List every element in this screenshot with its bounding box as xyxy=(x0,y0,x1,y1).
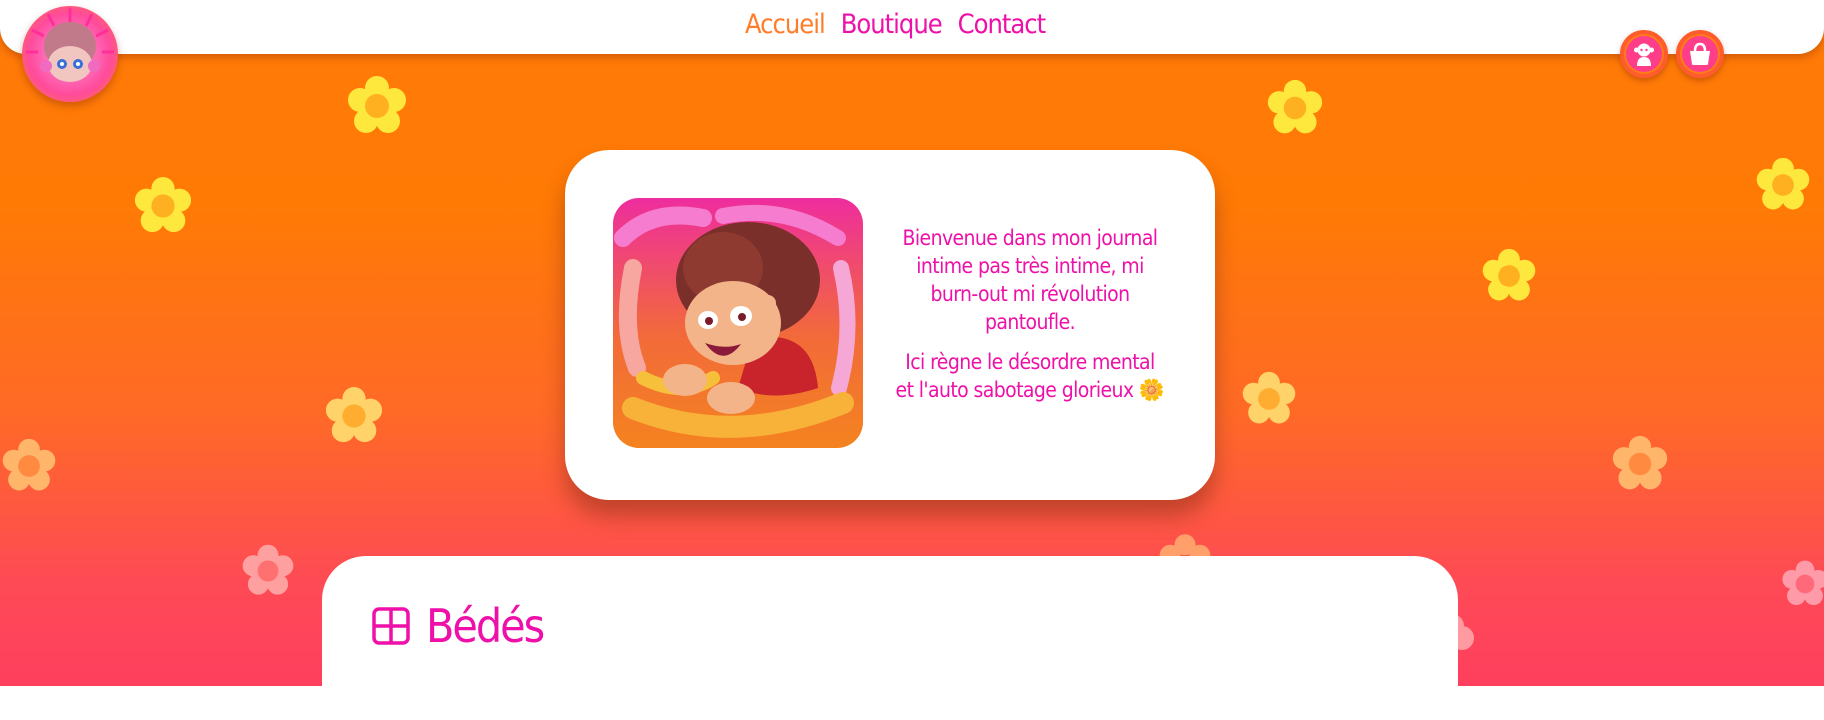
nav-item-boutique[interactable]: Boutique xyxy=(841,9,943,40)
flower-icon xyxy=(1782,560,1824,606)
flower-icon xyxy=(1612,435,1668,490)
cart-button[interactable] xyxy=(1676,30,1724,78)
section-header: Bédés xyxy=(372,598,545,654)
intro-card: Bienvenue dans mon journal intime pas tr… xyxy=(565,150,1215,500)
flower-icon xyxy=(242,544,294,595)
section-title: Bédés xyxy=(426,599,545,653)
intro-paragraph-1: Bienvenue dans mon journal intime pas tr… xyxy=(902,226,1159,334)
nav-item-accueil[interactable]: Accueil xyxy=(745,9,826,40)
grid-icon xyxy=(372,607,410,645)
flower-icon xyxy=(1267,79,1323,134)
flower-icon xyxy=(325,386,383,443)
flower-icon xyxy=(1482,248,1536,301)
flower-icon xyxy=(134,176,192,233)
account-button[interactable] xyxy=(1620,30,1668,78)
artwork-illustration xyxy=(613,198,863,448)
page-background: Bienvenue dans mon journal intime pas tr… xyxy=(0,0,1824,686)
flower-icon xyxy=(348,76,406,133)
main-nav: Accueil Boutique Contact xyxy=(745,4,1046,44)
flower-icon xyxy=(2,438,56,491)
flower-icon xyxy=(1242,371,1296,424)
top-nav-bar: Accueil Boutique Contact xyxy=(0,0,1824,54)
account-icon xyxy=(1634,43,1654,66)
avatar-logo-icon[interactable] xyxy=(22,6,118,102)
shopping-bag-icon xyxy=(1690,42,1710,65)
page-bottom-area xyxy=(0,686,1824,720)
flower-icon xyxy=(1756,157,1810,210)
bedes-section: Bédés xyxy=(322,556,1458,686)
nav-item-contact[interactable]: Contact xyxy=(958,9,1046,40)
intro-paragraph-2: Ici règne le désordre mental et l'auto s… xyxy=(895,350,1166,402)
intro-text: Bienvenue dans mon journal intime pas tr… xyxy=(895,224,1166,404)
